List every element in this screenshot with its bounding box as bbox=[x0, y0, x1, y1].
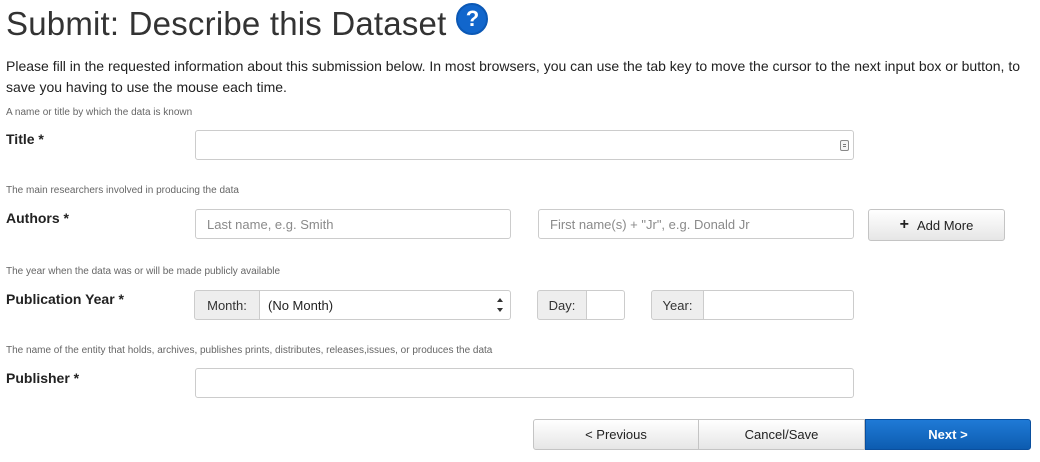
authors-hint: The main researchers involved in produci… bbox=[6, 185, 239, 196]
title-row: Submit: Describe this Dataset ? bbox=[6, 2, 489, 46]
title-input[interactable] bbox=[195, 130, 854, 160]
year-addon: Year: bbox=[651, 290, 704, 320]
plus-icon: + bbox=[899, 216, 909, 233]
publisher-label: Publisher * bbox=[6, 370, 80, 386]
intro-text: Please fill in the requested information… bbox=[6, 58, 1021, 95]
month-select[interactable]: (No Month) bbox=[259, 290, 511, 320]
publication-year-hint: The year when the data was or will be ma… bbox=[6, 266, 281, 277]
previous-button[interactable]: < Previous bbox=[533, 419, 699, 450]
field-autofill-icon[interactable] bbox=[840, 140, 849, 151]
author-last-name-input[interactable] bbox=[195, 209, 511, 239]
publisher-hint: The name of the entity that holds, archi… bbox=[6, 345, 493, 356]
add-more-label: Add More bbox=[916, 217, 974, 233]
day-input[interactable] bbox=[586, 290, 625, 320]
title-hint: A name or title by which the data is kno… bbox=[6, 107, 193, 118]
question-circle-icon[interactable]: ? bbox=[456, 3, 489, 35]
submission-page: Submit: Describe this Dataset ? Please f… bbox=[0, 0, 1040, 462]
select-arrows-icon bbox=[496, 298, 504, 312]
year-input[interactable] bbox=[703, 290, 854, 320]
next-button[interactable]: Next > bbox=[865, 419, 1031, 450]
navigation-button-group: < Previous Cancel/Save Next > bbox=[533, 419, 1031, 450]
title-label: Title * bbox=[6, 131, 44, 147]
month-selected-value: (No Month) bbox=[268, 297, 334, 313]
add-more-button[interactable]: + Add More bbox=[868, 209, 1005, 241]
publisher-input[interactable] bbox=[195, 368, 854, 398]
month-addon: Month: bbox=[194, 290, 260, 320]
cancel-save-button[interactable]: Cancel/Save bbox=[699, 419, 865, 450]
author-first-name-input[interactable] bbox=[538, 209, 854, 239]
day-addon: Day: bbox=[537, 290, 587, 320]
authors-label: Authors * bbox=[6, 210, 69, 226]
publication-year-label: Publication Year * bbox=[6, 291, 125, 307]
page-title: Submit: Describe this Dataset bbox=[6, 5, 447, 42]
